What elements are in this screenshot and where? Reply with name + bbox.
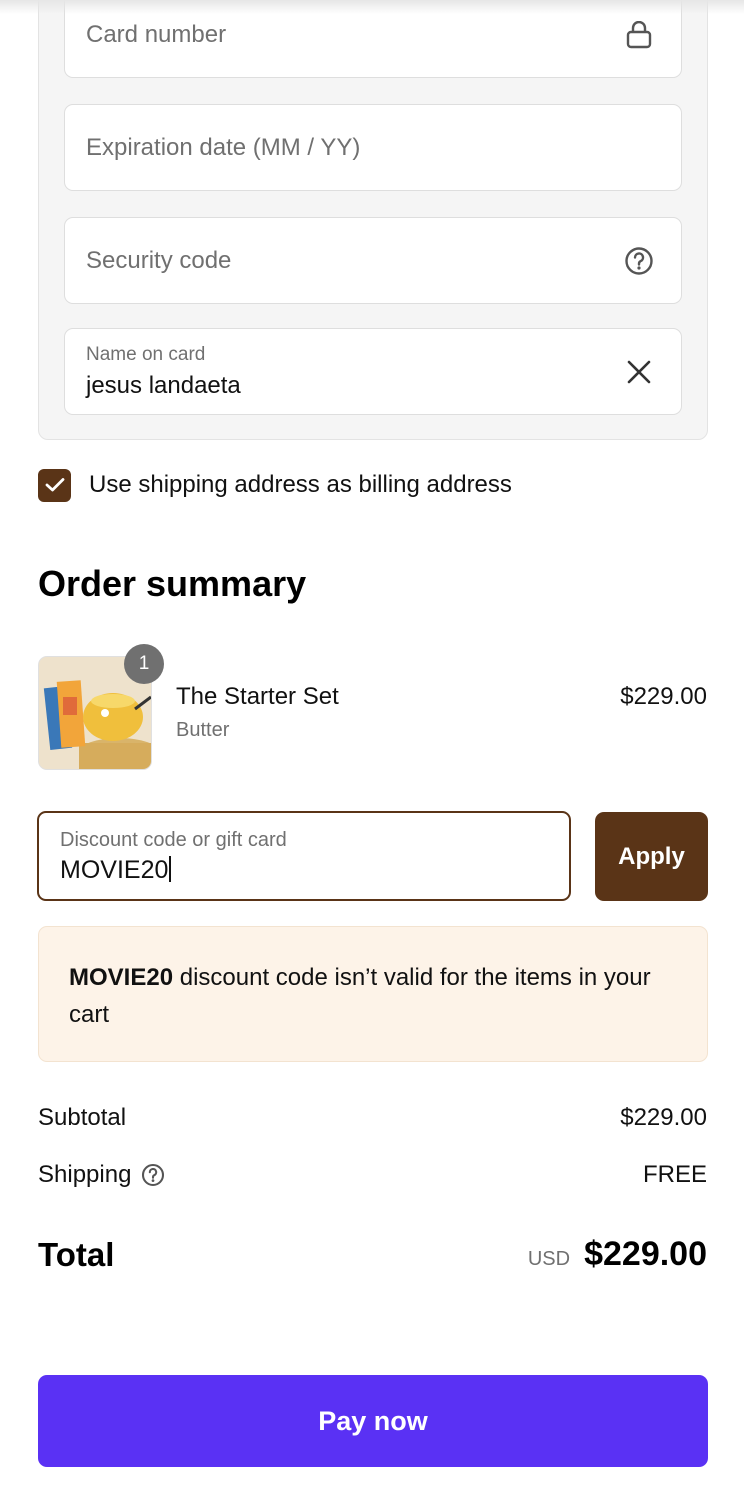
discount-code-input[interactable]: Discount code or gift card MOVIE20 bbox=[37, 811, 571, 901]
apply-discount-button[interactable]: Apply bbox=[595, 812, 708, 901]
billing-checkbox[interactable] bbox=[38, 468, 71, 502]
currency-code: USD bbox=[527, 1248, 571, 1270]
discount-code-label: Discount code or gift card bbox=[60, 829, 287, 851]
discount-code-value: MOVIE20 bbox=[60, 856, 171, 885]
subtotal-label: Subtotal bbox=[38, 1104, 127, 1131]
checkmark-icon bbox=[45, 478, 64, 492]
discount-error-notice: MOVIE20 discount code isn’t valid for th… bbox=[38, 926, 708, 1062]
name-on-card-value: jesus landaeta bbox=[86, 372, 241, 399]
shipping-label: Shipping bbox=[38, 1161, 132, 1188]
card-number-placeholder: Card number bbox=[86, 20, 227, 48]
shipping-value: FREE bbox=[642, 1161, 707, 1188]
notice-code: MOVIE20 bbox=[69, 964, 174, 991]
name-on-card-label: Name on card bbox=[86, 344, 206, 365]
pay-now-button[interactable]: Pay now bbox=[38, 1375, 708, 1467]
close-icon[interactable] bbox=[623, 356, 655, 388]
help-circle-icon[interactable] bbox=[141, 1163, 165, 1187]
lock-icon bbox=[623, 19, 655, 51]
total-value-group: USD $229.00 bbox=[528, 1235, 707, 1274]
header-shadow bbox=[0, 0, 744, 14]
security-code-placeholder: Security code bbox=[86, 246, 232, 274]
billing-checkbox-label[interactable]: Use shipping address as billing address bbox=[89, 471, 512, 499]
total-amount: $229.00 bbox=[584, 1235, 707, 1273]
expiration-date-field[interactable]: Expiration date (MM / YY) bbox=[64, 104, 682, 191]
name-on-card-field[interactable]: Name on card jesus landaeta bbox=[64, 328, 682, 415]
product-name: The Starter Set bbox=[176, 683, 339, 710]
security-code-field[interactable]: Security code bbox=[64, 217, 682, 304]
shipping-label-row: Shipping bbox=[38, 1161, 165, 1189]
order-summary-title: Order summary bbox=[38, 563, 307, 604]
total-label: Total bbox=[38, 1236, 115, 1273]
subtotal-value: $229.00 bbox=[620, 1104, 707, 1131]
billing-address-option[interactable]: Use shipping address as billing address bbox=[38, 466, 512, 504]
expiration-placeholder: Expiration date (MM / YY) bbox=[86, 133, 361, 161]
text-caret bbox=[169, 856, 171, 882]
product-price: $229.00 bbox=[620, 683, 707, 710]
product-variant: Butter bbox=[176, 719, 230, 741]
quantity-badge: 1 bbox=[124, 644, 164, 684]
help-circle-icon[interactable] bbox=[623, 245, 655, 277]
